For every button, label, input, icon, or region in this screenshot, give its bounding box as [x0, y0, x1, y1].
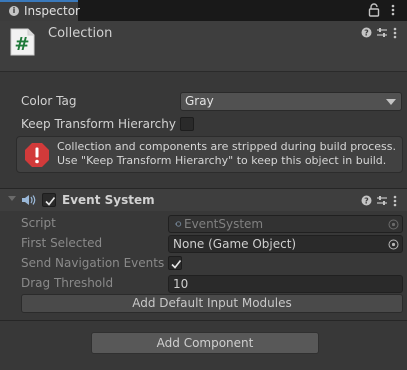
- checkmark-icon: [45, 197, 56, 206]
- more-vertical-icon[interactable]: [391, 4, 395, 16]
- send-navigation-checkbox[interactable]: [168, 256, 182, 270]
- script-value: EventSystem: [184, 217, 264, 231]
- info-icon: i: [9, 6, 19, 16]
- event-system-icon: [22, 195, 36, 205]
- object-header: # Collection ?: [0, 21, 407, 72]
- object-name: Collection: [48, 26, 113, 41]
- tab-title: Inspector: [24, 4, 80, 18]
- object-picker-icon: [388, 219, 399, 230]
- component-title: Event System: [62, 193, 155, 207]
- tab-inspector[interactable]: i Inspector: [0, 0, 80, 21]
- error-icon: [25, 143, 49, 167]
- lock-icon[interactable]: [368, 3, 380, 17]
- script-icon-glyph: #: [14, 34, 29, 55]
- more-vertical-icon[interactable]: [393, 27, 397, 39]
- keep-hierarchy-checkbox[interactable]: [180, 117, 194, 131]
- checkmark-icon: [171, 260, 182, 269]
- svg-text:?: ?: [364, 29, 369, 38]
- drag-threshold-value: 10: [173, 277, 189, 291]
- color-tag-dropdown[interactable]: Gray: [180, 92, 402, 111]
- svg-text:?: ?: [364, 197, 369, 206]
- presets-icon[interactable]: [376, 195, 388, 206]
- script-icon: #: [10, 28, 35, 56]
- presets-icon[interactable]: [376, 27, 388, 38]
- script-label: Script: [21, 216, 56, 230]
- script-field: EventSystem: [168, 215, 403, 233]
- section-divider: [0, 320, 407, 321]
- send-navigation-label: Send Navigation Events: [21, 256, 165, 270]
- tab-bar: i Inspector: [0, 0, 407, 21]
- first-selected-label: First Selected: [21, 236, 103, 250]
- add-default-input-modules-button[interactable]: Add Default Input Modules: [21, 294, 403, 313]
- more-vertical-icon[interactable]: [393, 195, 397, 207]
- first-selected-value: None (Game Object): [173, 237, 297, 251]
- warning-line-2: Use "Keep Transform Hierarchy" to keep t…: [57, 154, 387, 167]
- color-tag-label: Color Tag: [21, 94, 77, 108]
- drag-threshold-label: Drag Threshold: [21, 276, 114, 290]
- object-picker-icon[interactable]: [388, 239, 399, 250]
- keep-hierarchy-label: Keep Transform Hierarchy: [21, 117, 176, 131]
- warning-line-1: Collection and components are stripped d…: [57, 140, 396, 153]
- help-icon[interactable]: ?: [361, 27, 372, 38]
- warning-message: Collection and components are stripped d…: [57, 140, 396, 168]
- add-component-button[interactable]: Add Component: [91, 332, 319, 354]
- csharp-script-icon: [173, 221, 182, 227]
- warning-box: Collection and components are stripped d…: [16, 136, 403, 173]
- color-tag-value: Gray: [185, 94, 214, 108]
- help-icon[interactable]: ?: [361, 195, 372, 206]
- drag-threshold-field[interactable]: 10: [168, 275, 403, 293]
- foldout-arrow-icon[interactable]: [8, 196, 16, 201]
- first-selected-field[interactable]: None (Game Object): [168, 235, 403, 253]
- chevron-down-icon: [386, 99, 396, 105]
- component-enabled-checkbox[interactable]: [42, 193, 56, 207]
